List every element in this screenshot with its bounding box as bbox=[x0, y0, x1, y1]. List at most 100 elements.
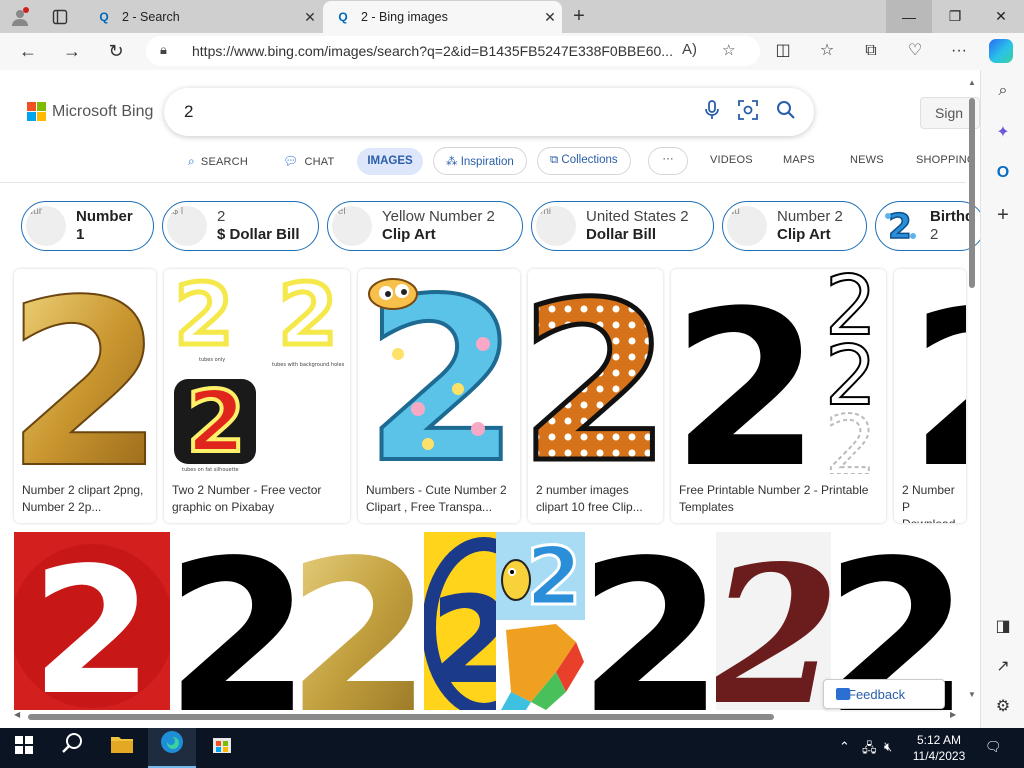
tab-search[interactable]: Q 2 - Search ✕ bbox=[84, 1, 322, 33]
nav-chat[interactable]: 💬︎ CHAT bbox=[283, 154, 334, 168]
image-result[interactable]: 2 bbox=[424, 532, 496, 710]
network-icon[interactable]: 🖧︎ bbox=[862, 739, 877, 761]
related-chip[interactable]: Yel Yellow Number 2 Clip Art bbox=[327, 201, 523, 251]
search-input[interactable]: 2 bbox=[184, 102, 193, 122]
sub-label: tubes with background holes bbox=[272, 362, 345, 368]
svg-text:2: 2 bbox=[909, 269, 966, 474]
collections-icon[interactable]: ⧉ bbox=[858, 39, 884, 65]
related-chip[interactable]: Nu Number 2 Clip Art bbox=[722, 201, 867, 251]
result-caption: 2 Number P Download | bbox=[902, 483, 955, 523]
scroll-right-arrow-icon[interactable]: ▶ bbox=[950, 710, 956, 719]
copilot-sidebar-icon[interactable]: ✦ bbox=[990, 120, 1016, 146]
image-result[interactable]: 2 bbox=[14, 532, 170, 710]
microphone-icon[interactable] bbox=[704, 100, 720, 125]
minimize-button[interactable]: — bbox=[886, 0, 932, 33]
tab-bing-images[interactable]: Q 2 - Bing images ✕ bbox=[323, 1, 562, 33]
volume-muted-icon[interactable]: 🔇︎ bbox=[884, 739, 892, 755]
image-result-card[interactable]: 2 2 2 tubes only tubes with background h… bbox=[164, 269, 350, 523]
nav-more-button[interactable]: ··· bbox=[648, 147, 688, 175]
image-result[interactable]: 2 bbox=[716, 532, 831, 710]
image-result-card[interactable]: 2 Numbers - Cute Number 2 Clipart , Free… bbox=[358, 269, 520, 523]
nav-maps[interactable]: MAPS bbox=[783, 154, 815, 166]
bing-logo[interactable]: Microsoft Bing bbox=[27, 102, 153, 121]
favorites-icon[interactable]: ☆ bbox=[814, 39, 840, 65]
scroll-down-arrow-icon[interactable]: ▼ bbox=[966, 690, 978, 699]
related-chip[interactable]: 2 Birthd 2 bbox=[875, 201, 980, 251]
nav-label: Inspiration bbox=[460, 156, 514, 168]
read-aloud-icon[interactable]: A) bbox=[682, 41, 697, 58]
nav-images[interactable]: IMAGES bbox=[357, 148, 423, 175]
related-chip[interactable]: Nur Number 1 bbox=[21, 201, 154, 251]
image-result-card[interactable]: 2 2 Number P Download | bbox=[894, 269, 966, 523]
store-icon[interactable] bbox=[198, 728, 246, 768]
restore-button[interactable]: ❐ bbox=[932, 0, 978, 33]
open-external-icon[interactable]: ↗ bbox=[990, 654, 1016, 680]
svg-text:2: 2 bbox=[186, 373, 245, 472]
chip-thumbnail: 2$ l bbox=[167, 206, 207, 246]
system-clock[interactable]: 5:12 AM 11/4/2023 bbox=[904, 732, 974, 764]
close-tab-icon[interactable]: ✕ bbox=[538, 9, 562, 26]
search-icon[interactable] bbox=[48, 728, 96, 768]
profile-icon[interactable] bbox=[6, 4, 34, 30]
add-sidebar-app-icon[interactable]: + bbox=[990, 202, 1016, 228]
outlook-icon[interactable]: O bbox=[990, 160, 1016, 186]
refresh-button[interactable]: ↻ bbox=[101, 38, 131, 64]
new-tab-button[interactable]: + bbox=[566, 4, 592, 30]
nav-search[interactable]: ⌕ SEARCH bbox=[188, 154, 248, 169]
nav-collections[interactable]: ⧉ Collections bbox=[537, 147, 631, 175]
copilot-icon[interactable] bbox=[989, 39, 1013, 63]
address-bar[interactable]: 🔒︎ https://www.bing.com/images/search?q=… bbox=[146, 36, 760, 66]
show-hidden-icons-icon[interactable]: ⌃ bbox=[839, 739, 850, 755]
notifications-icon[interactable]: 🗨︎ bbox=[985, 739, 1002, 755]
scroll-thumb[interactable] bbox=[969, 98, 975, 288]
tab-actions-icon[interactable] bbox=[46, 4, 74, 30]
nav-videos[interactable]: VIDEOS bbox=[710, 154, 753, 166]
forward-button[interactable]: → bbox=[57, 38, 87, 64]
search-box[interactable]: 2 bbox=[164, 88, 814, 136]
clock-date: 11/4/2023 bbox=[912, 749, 966, 763]
image-result-card[interactable]: 2 Number 2 clipart 2png, Number 2 2p... bbox=[14, 269, 156, 523]
chip-thumbnail: Nu bbox=[727, 206, 767, 246]
related-chip[interactable]: 2$ l 2 $ Dollar Bill bbox=[162, 201, 319, 251]
hide-sidebar-icon[interactable]: ◨ bbox=[990, 614, 1016, 640]
image-result[interactable]: 2 bbox=[178, 532, 293, 710]
more-menu-icon[interactable]: ··· bbox=[946, 39, 972, 65]
nav-label: Collections bbox=[561, 154, 618, 166]
start-button[interactable] bbox=[0, 728, 48, 768]
feedback-button[interactable]: Feedback bbox=[823, 679, 945, 709]
scroll-up-arrow-icon[interactable]: ▲ bbox=[966, 78, 978, 87]
visual-search-icon[interactable] bbox=[738, 100, 758, 125]
file-explorer-icon[interactable] bbox=[98, 728, 146, 768]
image-result[interactable]: 2 bbox=[593, 532, 708, 710]
image-result-card[interactable]: 2 2 number images clipart 10 free Clip..… bbox=[528, 269, 663, 523]
svg-text:2: 2 bbox=[671, 269, 821, 474]
lock-icon[interactable]: 🔒︎ bbox=[160, 42, 167, 58]
related-chip[interactable]: Uni United States 2 Dollar Bill bbox=[531, 201, 714, 251]
search-icon[interactable] bbox=[776, 100, 796, 125]
close-tab-icon[interactable]: ✕ bbox=[298, 9, 322, 26]
image-result[interactable] bbox=[496, 622, 585, 710]
back-button[interactable]: ← bbox=[13, 38, 43, 64]
svg-text:2: 2 bbox=[716, 532, 831, 710]
search-icon[interactable]: ⌕ bbox=[990, 78, 1016, 104]
scroll-thumb[interactable] bbox=[28, 714, 774, 720]
settings-gear-icon[interactable]: ⚙ bbox=[990, 694, 1016, 720]
browser-essentials-icon[interactable]: ♡ bbox=[902, 39, 928, 65]
edge-taskbar-icon[interactable] bbox=[148, 728, 196, 768]
split-screen-icon[interactable]: ◫ bbox=[770, 39, 796, 65]
nav-news[interactable]: NEWS bbox=[850, 154, 884, 166]
microsoft-logo-icon bbox=[27, 102, 46, 121]
chip-line1: 2 bbox=[217, 208, 226, 225]
image-result-card[interactable]: 2 2 2 2 Free Printable Number 2 - Printa… bbox=[671, 269, 886, 523]
image-result[interactable]: 2 bbox=[496, 532, 585, 620]
inspiration-icon: ⁂ bbox=[446, 156, 461, 168]
result-image: 2 bbox=[14, 269, 156, 474]
nav-inspiration[interactable]: ⁂ Inspiration bbox=[433, 147, 527, 175]
close-window-button[interactable]: ✕ bbox=[978, 0, 1024, 33]
chip-line2: Dollar Bill bbox=[586, 226, 657, 243]
favorite-star-icon[interactable]: ☆ bbox=[722, 41, 735, 59]
horizontal-scrollbar[interactable]: ◀ ▶ bbox=[14, 710, 964, 724]
vertical-scrollbar[interactable]: ▲ ▼ bbox=[966, 78, 978, 712]
scroll-left-arrow-icon[interactable]: ◀ bbox=[14, 710, 20, 719]
image-result[interactable]: 2 bbox=[301, 532, 416, 710]
